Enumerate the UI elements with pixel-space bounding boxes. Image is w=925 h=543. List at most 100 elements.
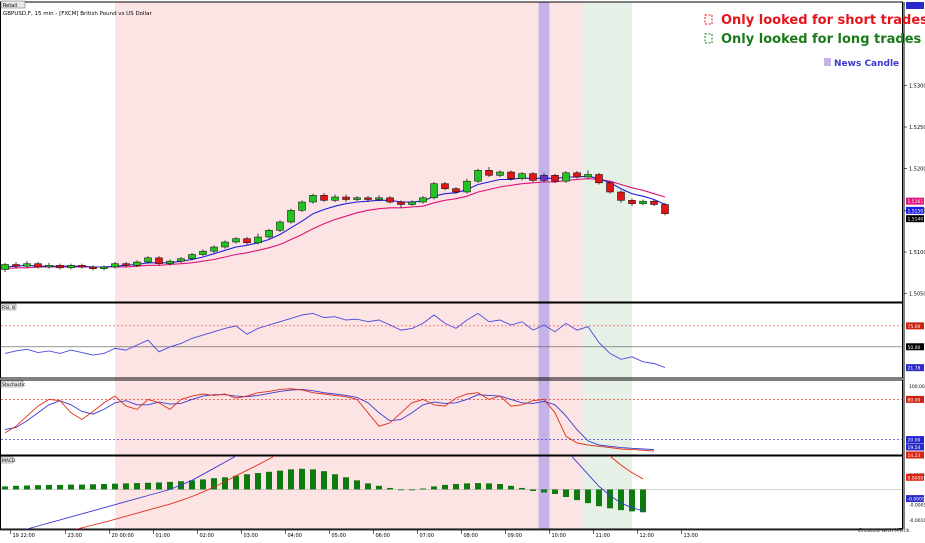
candle-body xyxy=(24,264,31,267)
macd-bar xyxy=(607,489,613,508)
candle-body xyxy=(255,237,262,243)
legend: Only looked for short trades Only looked… xyxy=(705,13,925,69)
candle-body xyxy=(299,202,306,210)
time-tick-label: 12:00 xyxy=(640,533,654,539)
candle-body xyxy=(90,267,97,269)
time-tick-label: 20 00:00 xyxy=(112,533,134,539)
time-tick-label: 08:00 xyxy=(464,533,478,539)
candle-body xyxy=(277,222,284,230)
news-legend-swatch xyxy=(824,58,831,66)
macd-bar xyxy=(563,489,569,497)
news-legend-label: News Candle xyxy=(834,59,899,69)
candle-body xyxy=(453,189,460,192)
macd-bar xyxy=(585,489,591,503)
stoch-last-label: 19.54 xyxy=(908,445,921,451)
stoch-last-label: 14.23 xyxy=(908,453,921,459)
macd-bar xyxy=(222,477,228,489)
time-tick-label: 13:00 xyxy=(684,533,698,539)
price-tick-label: 1.5200 xyxy=(909,167,925,173)
candle-body xyxy=(640,201,647,204)
candle-body xyxy=(266,230,273,237)
macd-bar xyxy=(35,485,41,489)
macd-bar xyxy=(508,486,514,490)
candle-body xyxy=(596,175,603,183)
candle-body xyxy=(134,262,141,265)
footer-credit: Created with XTick xyxy=(858,528,910,534)
macd-bar xyxy=(365,483,371,489)
macd-bar xyxy=(398,489,404,490)
candle-body xyxy=(365,198,372,200)
candle-body xyxy=(541,175,548,180)
title-tag: Retail xyxy=(3,3,17,9)
candle-body xyxy=(101,267,108,269)
time-tick-label: 05:00 xyxy=(332,533,346,539)
candle-body xyxy=(57,265,64,268)
time-tick-label: 04:00 xyxy=(288,533,302,539)
long-trade-zone xyxy=(583,2,633,529)
candle-body xyxy=(200,251,207,254)
time-tick-label: 07:00 xyxy=(420,533,434,539)
time-tick-label: 09:00 xyxy=(508,533,522,539)
candle-body xyxy=(156,258,163,264)
symbol-line: GBPUSD.F, 15 min - [FXCM] British Pound … xyxy=(3,11,152,17)
candle-body xyxy=(167,261,174,264)
candle-body xyxy=(662,205,669,214)
candle-body xyxy=(387,198,394,202)
macd-bar xyxy=(409,489,415,490)
macd-bar xyxy=(640,489,646,512)
macd-bar xyxy=(420,489,426,490)
macd-bar xyxy=(288,469,294,489)
candle-body xyxy=(464,181,471,192)
macd-bar xyxy=(156,482,162,489)
stoch-level-label: 80.00 xyxy=(908,397,921,403)
candle-body xyxy=(530,174,537,181)
macd-bar xyxy=(310,469,316,489)
candle-body xyxy=(123,264,130,266)
candle-body xyxy=(629,200,636,203)
candle-body xyxy=(442,184,449,189)
time-axis: 19 22:0023:0020 00:0001:0002:0003:0004:0… xyxy=(0,530,902,539)
price-top-badge xyxy=(906,2,924,9)
candle-body xyxy=(574,173,581,177)
candle-body xyxy=(618,192,625,200)
macd-tick-label: -0.0005 xyxy=(909,503,925,509)
candle-body xyxy=(310,195,317,202)
candle-body xyxy=(497,172,504,175)
macd-title: MACD xyxy=(2,458,16,464)
macd-bar xyxy=(266,472,272,490)
time-tick-label: 01:00 xyxy=(156,533,170,539)
candle-body xyxy=(288,210,295,222)
candle-body xyxy=(508,172,515,179)
candle-body xyxy=(376,198,383,200)
time-tick-label: 10:00 xyxy=(552,533,566,539)
macd-last-label: -0.0005 xyxy=(908,497,925,503)
macd-bar xyxy=(2,486,8,489)
macd-bar xyxy=(233,476,239,490)
macd-bar xyxy=(541,489,547,492)
candle-body xyxy=(35,264,42,267)
macd-bar xyxy=(24,486,30,490)
candle-body xyxy=(79,265,86,267)
price-badge-label: 1.5140 xyxy=(908,217,924,223)
macd-bar xyxy=(530,489,536,491)
price-badge-label: 1.5150 xyxy=(908,208,924,214)
macd-bar xyxy=(497,484,503,489)
macd-bar xyxy=(68,485,74,490)
macd-bar xyxy=(475,483,481,489)
candle-body xyxy=(519,174,526,179)
price-tick-label: 1.5300 xyxy=(909,83,925,89)
macd-bar xyxy=(46,485,52,490)
macd-bar xyxy=(453,484,459,489)
candle-body xyxy=(178,259,185,262)
long-legend-label: Only looked for long trades xyxy=(721,32,922,47)
time-tick-label: 03:00 xyxy=(244,533,258,539)
macd-bar xyxy=(486,483,492,489)
candle-body xyxy=(431,184,438,198)
candle-body xyxy=(398,202,405,205)
candle-body xyxy=(332,197,339,200)
macd-bar xyxy=(431,486,437,489)
trading-chart: 75.0050.0021.78RSI, 8 80.0020.00100.000.… xyxy=(0,0,925,539)
price-tick-label: 1.5100 xyxy=(909,250,925,256)
news-candle-band xyxy=(539,2,550,529)
short-trade-zone xyxy=(115,2,583,529)
